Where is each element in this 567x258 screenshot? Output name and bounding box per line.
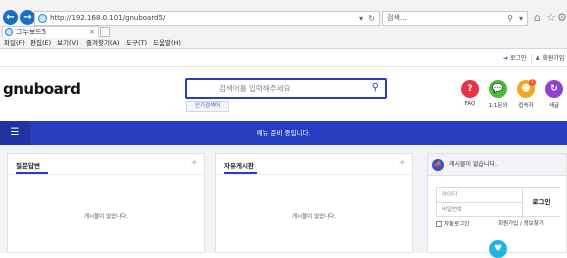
browser-chrome: ← → http://192.168.0.101/gnuboard5/ ▾ ↻ … — [0, 0, 567, 49]
main-nav-bar: 메뉴 준비 중입니다. ☰ — [0, 121, 567, 145]
visitors-label[interactable]: 접속자 — [511, 101, 541, 109]
auto-login-checkbox[interactable] — [436, 221, 442, 227]
favorites-star-icon[interactable]: ☆ — [546, 11, 556, 25]
site-favicon-icon — [38, 14, 47, 23]
qa-label[interactable]: 1:1문의 — [483, 101, 513, 109]
visitors-glyph: ☻ — [521, 84, 531, 94]
visitors-count-badge: 1 — [529, 79, 536, 86]
login-form: 아이디 비밀번호 로그인 — [436, 187, 560, 218]
hamburger-menu-icon[interactable]: ☰ — [0, 121, 30, 145]
search-icon[interactable]: ⚲ — [372, 82, 379, 93]
forward-button[interactable]: → — [20, 10, 35, 25]
search-icon[interactable]: ⚲ — [507, 12, 513, 25]
new-posts-icon[interactable]: ↻ — [545, 80, 563, 98]
poll-icon: ♥ — [489, 240, 507, 258]
site-search-placeholder: 검색어를 입력해주세요 — [219, 84, 291, 93]
menu-item-tools[interactable]: 도구(T) — [126, 38, 147, 49]
browser-search-box[interactable]: 검색... ⚲ ▾ — [382, 11, 528, 26]
refresh-icon[interactable]: ↻ — [368, 12, 375, 25]
new-posts-glyph: ↻ — [550, 84, 558, 94]
back-button[interactable]: ← — [3, 10, 18, 25]
register-link[interactable]: ♟ 회원가입 — [535, 50, 564, 67]
top-nav-bar: ➜ 로그인 ♟ 회원가입 — [0, 50, 567, 67]
megaphone-icon: 📣 — [432, 159, 444, 171]
account-links: 회원가입 / 정보찾기 — [498, 221, 544, 228]
find-info-link[interactable]: 정보찾기 — [524, 221, 544, 227]
menu-item-file[interactable]: 파일(F) — [4, 38, 25, 49]
browser-tab[interactable]: 그누보드5 × — [2, 26, 99, 38]
close-icon[interactable]: × — [89, 27, 95, 38]
more-plus-icon[interactable]: + — [398, 158, 406, 168]
notice-text[interactable]: 게시물이 없습니다. — [449, 154, 497, 176]
new-tab-button[interactable] — [100, 27, 110, 37]
menu-item-favorites[interactable]: 즐겨찾기(A) — [86, 38, 119, 49]
board-free-box: 자유게시판 + 게시물이 없습니다. — [215, 153, 413, 253]
site-logo[interactable]: gnuboard — [3, 80, 81, 98]
menu-item-view[interactable]: 보기(V) — [57, 38, 78, 49]
user-icon: ♟ — [535, 55, 541, 62]
home-icon[interactable]: ⌂ — [534, 11, 541, 25]
id-field[interactable]: 아이디 — [437, 188, 523, 203]
auto-login[interactable]: 자동로그인 — [436, 221, 469, 229]
notice-bar: 📣 게시물이 없습니다. — [428, 154, 566, 176]
id-placeholder: 아이디 — [442, 192, 458, 198]
more-plus-icon[interactable]: + — [190, 158, 198, 168]
menu-bar: 파일(F) 편집(E) 보기(V) 즐겨찾기(A) 도구(T) 도움말(H) — [0, 38, 567, 49]
empty-message: 게시물이 없습니다. — [84, 214, 128, 220]
site-search-box[interactable]: 검색어를 입력해주세요 ⚲ — [185, 78, 387, 99]
faq-glyph: ? — [467, 84, 473, 94]
logo-text: gnuboard — [3, 80, 81, 98]
menu-item-help[interactable]: 도움말(H) — [153, 38, 181, 49]
dropdown-icon[interactable]: ▾ — [519, 12, 523, 25]
divider — [8, 174, 204, 175]
menu-item-edit[interactable]: 편집(E) — [30, 38, 51, 49]
board-title[interactable]: 질문답변 — [16, 160, 40, 170]
faq-label[interactable]: FAQ — [455, 101, 485, 107]
popular-search-button[interactable]: 인기검색어 — [186, 101, 229, 112]
password-placeholder: 비밀번호 — [442, 207, 463, 213]
empty-message: 게시물이 없습니다. — [292, 214, 336, 220]
chat-glyph: 💬 — [492, 84, 504, 94]
password-field[interactable]: 비밀번호 — [437, 203, 523, 218]
dropdown-icon[interactable]: ▾ — [359, 12, 363, 25]
board-title[interactable]: 자유게시판 — [224, 160, 254, 170]
gear-icon[interactable]: ⚙ — [557, 11, 567, 25]
login-link-label: 로그인 — [509, 55, 527, 62]
register-link-label: 회원가입 — [542, 55, 565, 62]
auto-login-label: 자동로그인 — [444, 221, 470, 228]
login-icon: ➜ — [503, 55, 509, 62]
tab-title: 그누보드5 — [16, 28, 47, 36]
chat-icon[interactable]: 💬 — [489, 80, 507, 98]
address-bar[interactable]: http://192.168.0.101/gnuboard5/ ▾ ↻ — [34, 11, 380, 26]
new-posts-label[interactable]: 새글 — [539, 101, 567, 109]
address-url: http://192.168.0.101/gnuboard5/ — [50, 14, 166, 22]
browser-search-placeholder: 검색... — [387, 14, 407, 22]
divider — [531, 54, 532, 63]
board-qa-box: 질문답변 + 게시물이 없습니다. — [7, 153, 205, 253]
login-link[interactable]: ➜ 로그인 — [503, 50, 527, 67]
sidebar: 📣 게시물이 없습니다. 아이디 비밀번호 로그인 자동로그인 회원가입 / 정… — [427, 153, 567, 258]
register-link[interactable]: 회원가입 — [498, 221, 518, 227]
faq-icon[interactable]: ? — [461, 80, 479, 98]
login-button[interactable]: 로그인 — [523, 188, 560, 216]
nav-message: 메뉴 준비 중입니다. — [256, 129, 311, 137]
divider — [216, 174, 412, 175]
tab-favicon-icon — [5, 28, 13, 36]
